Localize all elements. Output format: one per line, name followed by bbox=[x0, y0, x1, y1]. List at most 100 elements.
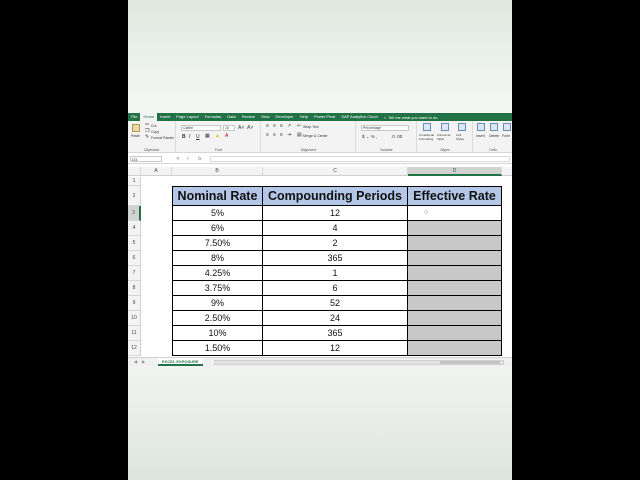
active-cell-d3[interactable] bbox=[408, 206, 502, 221]
nominal-rate-cell[interactable]: 1.50% bbox=[172, 341, 263, 356]
currency-icon[interactable]: $ ⌄ % , bbox=[362, 134, 377, 140]
compounding-periods-cell[interactable]: 365 bbox=[263, 326, 408, 341]
column-header-a[interactable]: A bbox=[141, 167, 172, 176]
header-effective-rate[interactable]: Effective Rate bbox=[408, 186, 502, 206]
row-header[interactable]: 5 bbox=[128, 236, 141, 251]
number-format-select[interactable]: Percentage bbox=[361, 125, 409, 131]
row-header[interactable]: 11 bbox=[128, 326, 141, 341]
ribbon-tab-developer[interactable]: Developer bbox=[272, 113, 296, 121]
nominal-rate-cell[interactable]: 6% bbox=[172, 221, 263, 236]
row-header[interactable]: 6 bbox=[128, 251, 141, 266]
prev-sheet-icon[interactable]: ◀ bbox=[134, 359, 137, 364]
font-color-icon[interactable]: A bbox=[225, 134, 228, 139]
effective-rate-cell[interactable] bbox=[408, 221, 502, 236]
shrink-font-icon[interactable]: A˅ bbox=[247, 125, 253, 131]
nominal-rate-cell[interactable]: 10% bbox=[172, 326, 263, 341]
ribbon-tab-sap-analytics-cloud[interactable]: SAP Analytics Cloud bbox=[338, 113, 380, 121]
row-header[interactable]: 12 bbox=[128, 341, 141, 356]
ribbon-tab-power-pivot[interactable]: Power Pivot bbox=[311, 113, 338, 121]
next-sheet-icon[interactable]: ▶ bbox=[142, 359, 145, 364]
compounding-periods-cell[interactable]: 365 bbox=[263, 251, 408, 266]
row-header[interactable]: 2 bbox=[128, 186, 141, 206]
effective-rate-cell[interactable] bbox=[408, 251, 502, 266]
function-icon[interactable]: fx bbox=[198, 156, 202, 161]
horizontal-scrollbar[interactable] bbox=[214, 360, 504, 365]
format-painter-button[interactable]: Format Painter bbox=[151, 136, 174, 140]
align-top-icon[interactable]: ≡ bbox=[266, 124, 269, 129]
effective-rate-cell[interactable] bbox=[408, 311, 502, 326]
orientation-icon[interactable]: ↗ bbox=[287, 124, 291, 129]
underline-button[interactable]: U bbox=[196, 134, 200, 140]
insert-cells-icon[interactable] bbox=[477, 123, 485, 131]
scroll-thumb[interactable] bbox=[440, 361, 500, 364]
format-cells-icon[interactable] bbox=[503, 123, 511, 131]
fill-color-icon[interactable]: ▲ bbox=[215, 134, 220, 139]
compounding-periods-cell[interactable]: 12 bbox=[263, 341, 408, 356]
ribbon-tab-insert[interactable]: Insert bbox=[157, 113, 173, 121]
row-header[interactable]: 3 bbox=[128, 206, 141, 221]
conditional-formatting-icon[interactable] bbox=[423, 123, 431, 131]
ribbon-tab-help[interactable]: Help bbox=[297, 113, 311, 121]
sheet-tab-excel-exposure[interactable]: EXCEL EXPOSURE bbox=[158, 358, 203, 366]
header-nominal-rate[interactable]: Nominal Rate bbox=[172, 186, 263, 206]
nominal-rate-cell[interactable]: 4.25% bbox=[172, 266, 263, 281]
column-header-e[interactable] bbox=[502, 167, 512, 176]
font-size-select[interactable]: 16 bbox=[223, 125, 235, 131]
ribbon-tab-data[interactable]: Data bbox=[224, 113, 238, 121]
enter-icon[interactable]: ✓ bbox=[186, 156, 190, 162]
cell-styles-icon[interactable] bbox=[458, 123, 466, 131]
cut-button[interactable]: Cut bbox=[151, 124, 156, 128]
compounding-periods-cell[interactable]: 2 bbox=[263, 236, 408, 251]
compounding-periods-cell[interactable]: 1 bbox=[263, 266, 408, 281]
ribbon-tab-home[interactable]: Home bbox=[140, 113, 158, 121]
cell-styles-button[interactable]: Cell Styles bbox=[456, 133, 470, 141]
ribbon-tab-page-layout[interactable]: Page Layout bbox=[173, 113, 201, 121]
format-cells-button[interactable]: Form bbox=[502, 134, 510, 138]
column-header-b[interactable]: B bbox=[172, 167, 263, 176]
align-right-icon[interactable]: ≡ bbox=[280, 133, 283, 138]
compounding-periods-cell[interactable]: 6 bbox=[263, 281, 408, 296]
column-header-c[interactable]: C bbox=[263, 167, 408, 176]
delete-cells-button[interactable]: Delete bbox=[489, 134, 499, 138]
nominal-rate-cell[interactable]: 9% bbox=[172, 296, 263, 311]
decimal-icon[interactable]: .0 .00 bbox=[391, 134, 402, 139]
italic-button[interactable]: I bbox=[189, 134, 190, 140]
tell-me-box[interactable]: ○ Tell me what you want to do bbox=[384, 115, 438, 120]
conditional-formatting-button[interactable]: Conditional Formatting bbox=[419, 133, 437, 141]
font-name-select[interactable]: Calibri bbox=[181, 125, 221, 131]
copy-button[interactable]: Copy bbox=[151, 130, 159, 134]
effective-rate-cell[interactable] bbox=[408, 326, 502, 341]
align-bottom-icon[interactable]: ≡ bbox=[280, 124, 283, 129]
align-center-icon[interactable]: ≡ bbox=[273, 133, 276, 138]
wrap-text-button[interactable]: Wrap Text bbox=[303, 125, 319, 129]
row-header[interactable]: 8 bbox=[128, 281, 141, 296]
row-header[interactable]: 7 bbox=[128, 266, 141, 281]
name-box[interactable]: D3 bbox=[130, 156, 162, 162]
align-left-icon[interactable]: ≡ bbox=[266, 133, 269, 138]
select-all-corner[interactable] bbox=[128, 167, 141, 176]
nominal-rate-cell[interactable]: 5% bbox=[172, 206, 263, 221]
ribbon-tab-view[interactable]: View bbox=[258, 113, 273, 121]
nominal-rate-cell[interactable]: 7.50% bbox=[172, 236, 263, 251]
nominal-rate-cell[interactable]: 3.75% bbox=[172, 281, 263, 296]
format-table-button[interactable]: Format as Table bbox=[437, 133, 453, 141]
effective-rate-cell[interactable] bbox=[408, 281, 502, 296]
cancel-icon[interactable]: ✕ bbox=[176, 156, 180, 162]
align-middle-icon[interactable]: ≡ bbox=[273, 124, 276, 129]
paste-icon[interactable] bbox=[132, 124, 140, 132]
delete-cells-icon[interactable] bbox=[490, 123, 498, 131]
compounding-periods-cell[interactable]: 12 bbox=[263, 206, 408, 221]
nominal-rate-cell[interactable]: 2.50% bbox=[172, 311, 263, 326]
row-header[interactable]: 10 bbox=[128, 311, 141, 326]
effective-rate-cell[interactable] bbox=[408, 236, 502, 251]
compounding-periods-cell[interactable]: 52 bbox=[263, 296, 408, 311]
nominal-rate-cell[interactable]: 8% bbox=[172, 251, 263, 266]
ribbon-tab-review[interactable]: Review bbox=[239, 113, 258, 121]
compounding-periods-cell[interactable]: 24 bbox=[263, 311, 408, 326]
paste-button[interactable]: Paste bbox=[131, 134, 140, 138]
bold-button[interactable]: B bbox=[182, 134, 186, 140]
formula-input[interactable] bbox=[210, 156, 510, 162]
compounding-periods-cell[interactable]: 4 bbox=[263, 221, 408, 236]
ribbon-tab-file[interactable]: File bbox=[128, 113, 140, 121]
borders-icon[interactable]: ▦ bbox=[205, 134, 210, 139]
